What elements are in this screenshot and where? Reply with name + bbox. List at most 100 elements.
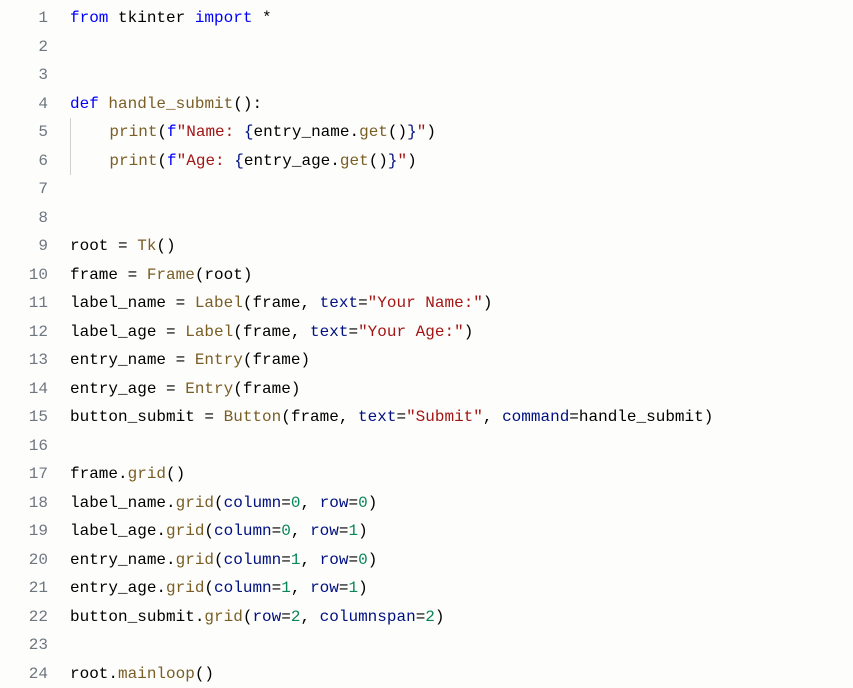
token-plain [99,95,109,113]
code-line[interactable] [70,631,853,660]
token-plain: ( [243,608,253,626]
token-plain: = [396,408,406,426]
line-number: 23 [0,631,48,660]
token-plain: , [483,408,502,426]
token-decl: text [358,408,396,426]
line-number: 24 [0,660,48,688]
line-number: 9 [0,232,48,261]
token-decl: column [214,522,272,540]
code-line[interactable] [70,33,853,62]
token-kw: f [167,152,177,170]
token-plain: = [281,608,291,626]
token-kw: import [195,9,253,27]
code-line[interactable]: label_age = Label(frame, text="Your Age:… [70,318,853,347]
token-decl: column [224,494,282,512]
token-decl: column [214,579,272,597]
code-line[interactable]: root.mainloop() [70,660,853,688]
line-number: 15 [0,403,48,432]
token-plain: , [291,522,310,540]
token-plain: = [281,551,291,569]
code-line[interactable]: button_submit = Button(frame, text="Subm… [70,403,853,432]
token-plain: frame. [70,465,128,483]
token-decl: row [310,522,339,540]
token-plain: , [300,608,319,626]
token-decl: } [388,152,398,170]
token-decl: command [502,408,569,426]
line-number: 19 [0,517,48,546]
code-line[interactable]: frame = Frame(root) [70,261,853,290]
token-plain: () [156,237,175,255]
code-line[interactable] [70,204,853,233]
token-plain: entry_age. [244,152,340,170]
token-plain: ) [426,123,436,141]
token-fn: print [109,123,157,141]
line-number: 2 [0,33,48,62]
token-plain: ) [407,152,417,170]
token-plain: = [272,579,282,597]
token-fn: grid [176,494,214,512]
code-line[interactable]: label_name = Label(frame, text="Your Nam… [70,289,853,318]
code-line[interactable] [70,432,853,461]
token-plain: =handle_submit) [569,408,713,426]
token-plain: = [272,522,282,540]
token-fn: print [109,152,157,170]
code-line[interactable]: def handle_submit(): [70,90,853,119]
code-line[interactable]: label_name.grid(column=0, row=0) [70,489,853,518]
token-plain: (): [233,95,262,113]
token-plain: root = [70,237,137,255]
code-line[interactable]: print(f"Name: {entry_name.get()}") [70,118,853,147]
token-plain: () [166,465,185,483]
token-plain: entry_name = [70,351,195,369]
code-line[interactable]: entry_name.grid(column=1, row=0) [70,546,853,575]
line-number: 5 [0,118,48,147]
code-line[interactable]: print(f"Age: {entry_age.get()}") [70,147,853,176]
code-line[interactable]: entry_age = Entry(frame) [70,375,853,404]
token-fn: Button [224,408,282,426]
line-number: 7 [0,175,48,204]
code-line[interactable]: entry_name = Entry(frame) [70,346,853,375]
line-number: 22 [0,603,48,632]
token-plain: root. [70,665,118,683]
token-plain: ( [204,579,214,597]
token-plain: = [358,294,368,312]
token-num: 1 [348,579,358,597]
token-plain: ) [358,522,368,540]
token-plain: entry_age = [70,380,185,398]
code-line[interactable]: entry_age.grid(column=1, row=1) [70,574,853,603]
code-line[interactable]: label_age.grid(column=0, row=1) [70,517,853,546]
token-decl: { [234,152,244,170]
token-decl: row [320,551,349,569]
token-num: 1 [281,579,291,597]
code-area[interactable]: from tkinter import * def handle_submit(… [62,4,853,688]
code-line[interactable]: from tkinter import * [70,4,853,33]
token-s: "Name: [177,123,244,141]
token-s: " [398,152,408,170]
line-number: 16 [0,432,48,461]
code-line[interactable] [70,175,853,204]
line-number: 18 [0,489,48,518]
token-plain: ( [214,494,224,512]
code-line[interactable] [70,61,853,90]
line-number: 11 [0,289,48,318]
token-plain: button_submit. [70,608,204,626]
token-fn: grid [204,608,242,626]
token-plain: ) [368,551,378,569]
line-number: 14 [0,375,48,404]
code-line[interactable]: frame.grid() [70,460,853,489]
token-plain: ( [157,152,167,170]
code-line[interactable]: root = Tk() [70,232,853,261]
token-plain: = [348,551,358,569]
token-fn: grid [176,551,214,569]
code-line[interactable]: button_submit.grid(row=2, columnspan=2) [70,603,853,632]
token-decl: text [320,294,358,312]
line-number: 13 [0,346,48,375]
token-fn: handle_submit [108,95,233,113]
token-decl: row [320,494,349,512]
line-number: 20 [0,546,48,575]
token-s: "Your Age:" [358,323,464,341]
token-plain: button_submit = [70,408,224,426]
line-number: 4 [0,90,48,119]
token-plain: (frame) [243,351,310,369]
token-plain: label_name. [70,494,176,512]
token-plain: entry_name. [70,551,176,569]
